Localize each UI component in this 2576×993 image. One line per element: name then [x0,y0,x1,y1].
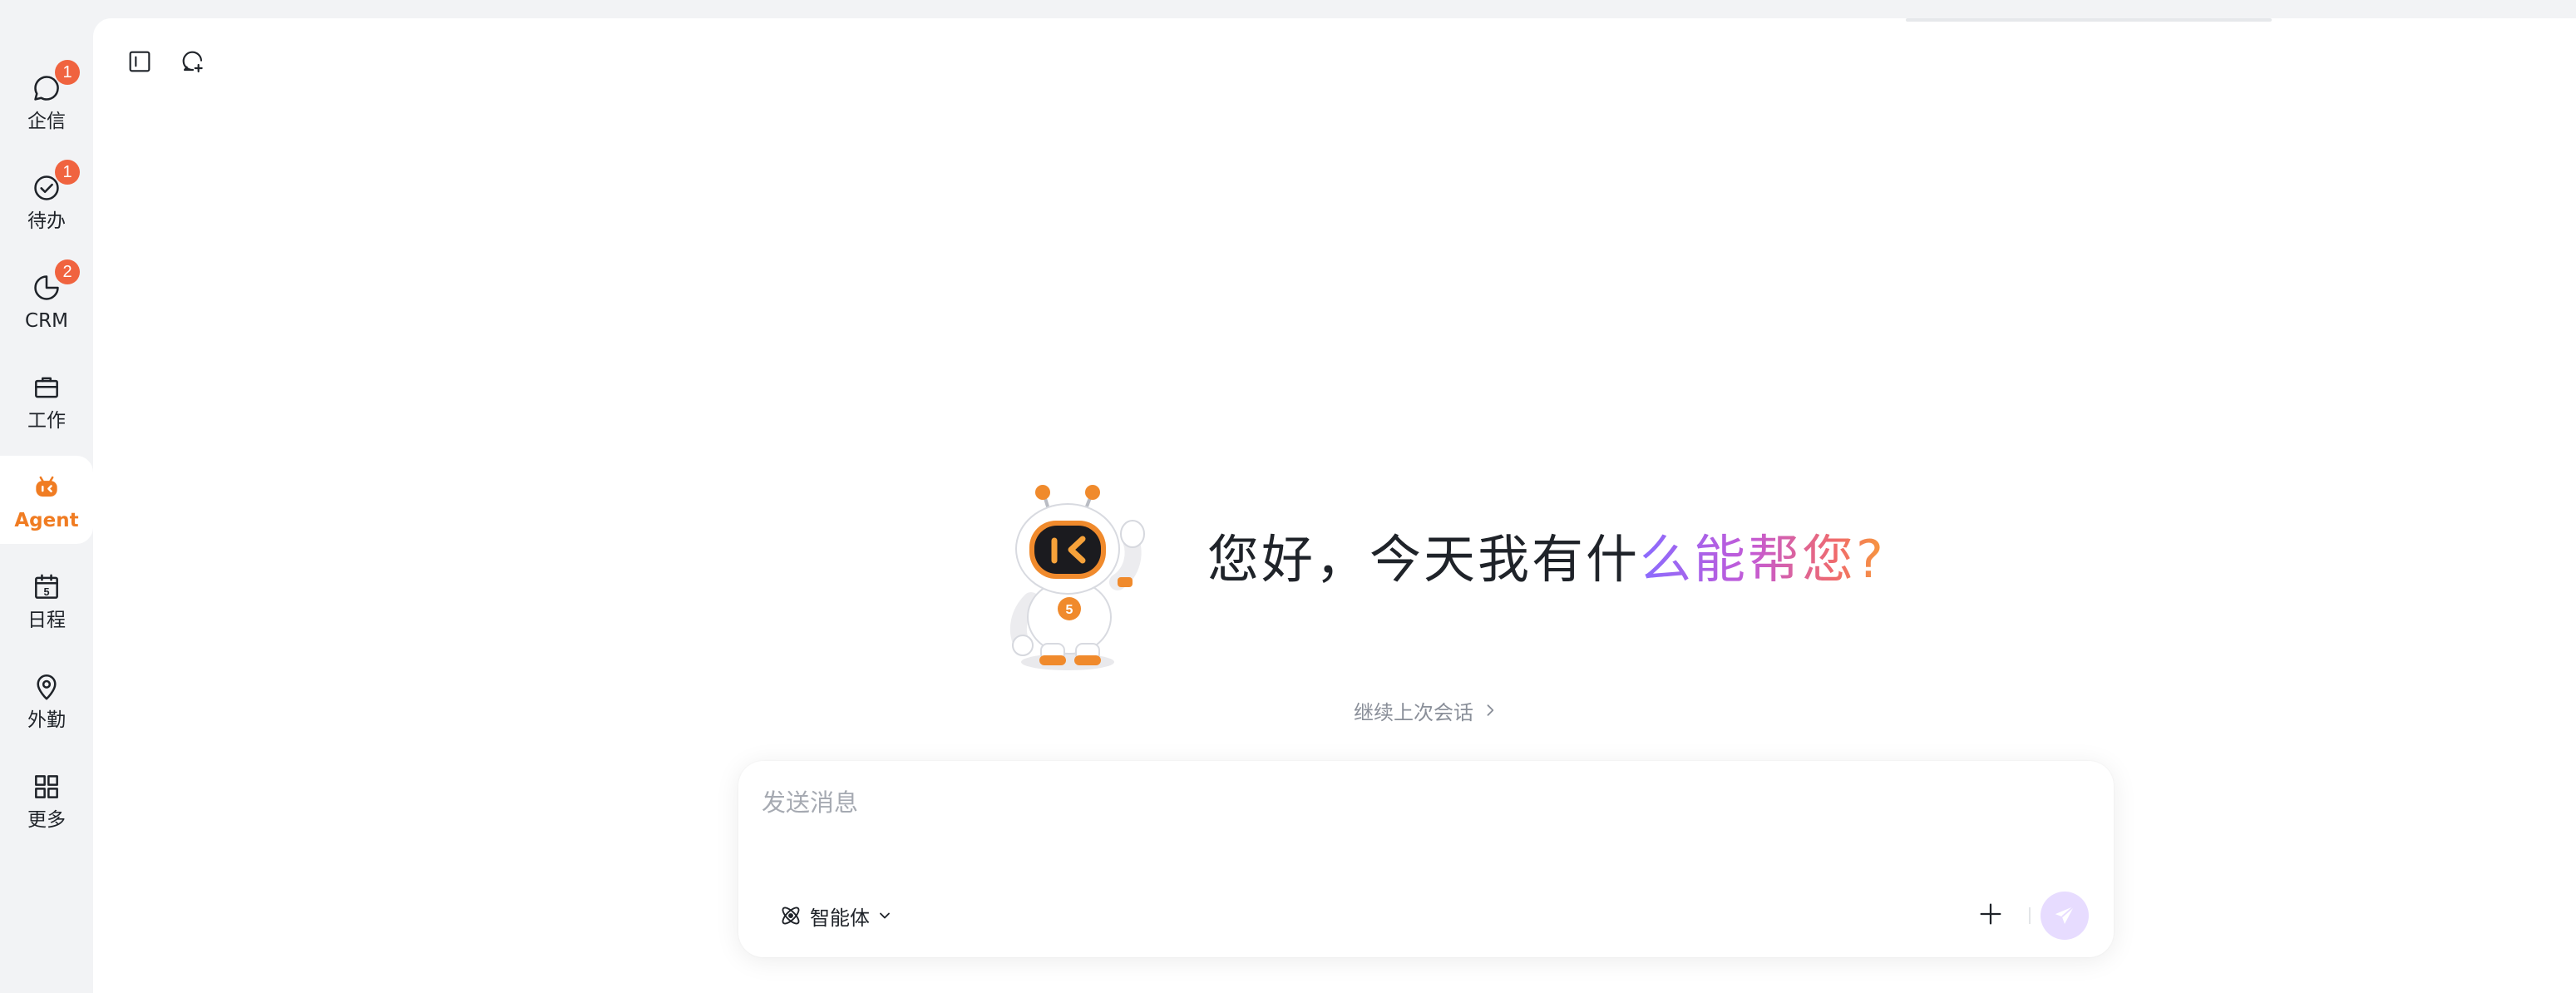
location-pin-icon [30,670,63,704]
chevron-right-icon [1487,704,1494,716]
rail-item-label: CRM [25,310,68,332]
chevron-down-icon [880,912,890,919]
continue-label: 继续上次会话 [1354,700,1473,724]
rail-item-field[interactable]: 外勤 [0,655,93,755]
message-composer: 智能体 [738,761,2114,957]
add-attachment-button[interactable] [1972,896,2009,932]
rail-item-more[interactable]: 更多 [0,755,93,855]
greeting-title: 您好，今天我有什 么能帮您? [1207,517,1886,592]
pie-chart-icon: 2 [30,259,80,304]
new-chat-icon [182,51,203,73]
calendar-icon: 5 [30,571,63,604]
divider [2029,907,2031,924]
send-icon [2055,906,2075,924]
rail-item-work[interactable]: 工作 [0,356,93,456]
check-circle-icon: 1 [30,160,80,205]
rail-item-agent[interactable]: Agent [0,456,93,556]
send-button[interactable] [2041,892,2089,940]
unread-badge: 2 [55,259,80,284]
rail-item-crm[interactable]: 2 CRM [0,256,93,356]
sidebar-toggle-button[interactable] [121,43,158,80]
briefcase-icon [30,371,63,404]
rail-item-messages[interactable]: 1 企信 [0,57,93,156]
rail-item-label: Agent [14,510,79,531]
rail-item-label: 日程 [27,610,66,631]
app-window: 1 企信 1 待办 2 CRM 工作 Agent 5 日程 外勤 更多 5 您好… [0,0,2576,993]
rail-item-label: 企信 [27,111,66,132]
unread-badge: 1 [55,60,80,85]
grid-icon [30,770,63,803]
rail-item-label: 更多 [27,809,66,831]
sidebar-toggle-icon [129,51,151,72]
rail-item-label: 工作 [27,410,66,432]
new-chat-button[interactable] [175,43,211,80]
chat-bubble-icon: 1 [30,60,80,105]
plus-icon [1980,903,2001,925]
robot-icon [30,471,63,504]
top-scroll-indicator [1906,18,2272,22]
rail-item-schedule[interactable]: 5 日程 [0,556,93,655]
greeting-highlight: 么能帮您? [1640,517,1886,592]
rail-item-todo[interactable]: 1 待办 [0,156,93,256]
agent-selector[interactable]: 智能体 [778,897,893,934]
rail-item-label: 待办 [27,210,66,232]
unread-badge: 1 [55,160,80,185]
left-rail: 1 企信 1 待办 2 CRM 工作 Agent 5 日程 外勤 更多 [0,0,93,993]
svg-text:5: 5 [1066,603,1073,617]
greeting-text: 您好，今天我有什 [1207,529,1641,590]
atom-icon [782,907,800,925]
main-panel: 5 您好，今天我有什 么能帮您? 继续上次会话 发送消息 智能体 [93,18,2576,993]
message-input[interactable] [760,781,2094,824]
agent-selector-label: 智能体 [810,906,870,930]
svg-text:5: 5 [43,586,49,598]
continue-last-session-link[interactable]: 继续上次会话 [1354,694,1498,727]
rail-item-label: 外勤 [27,709,66,731]
robot-mascot: 5 [1009,485,1145,670]
